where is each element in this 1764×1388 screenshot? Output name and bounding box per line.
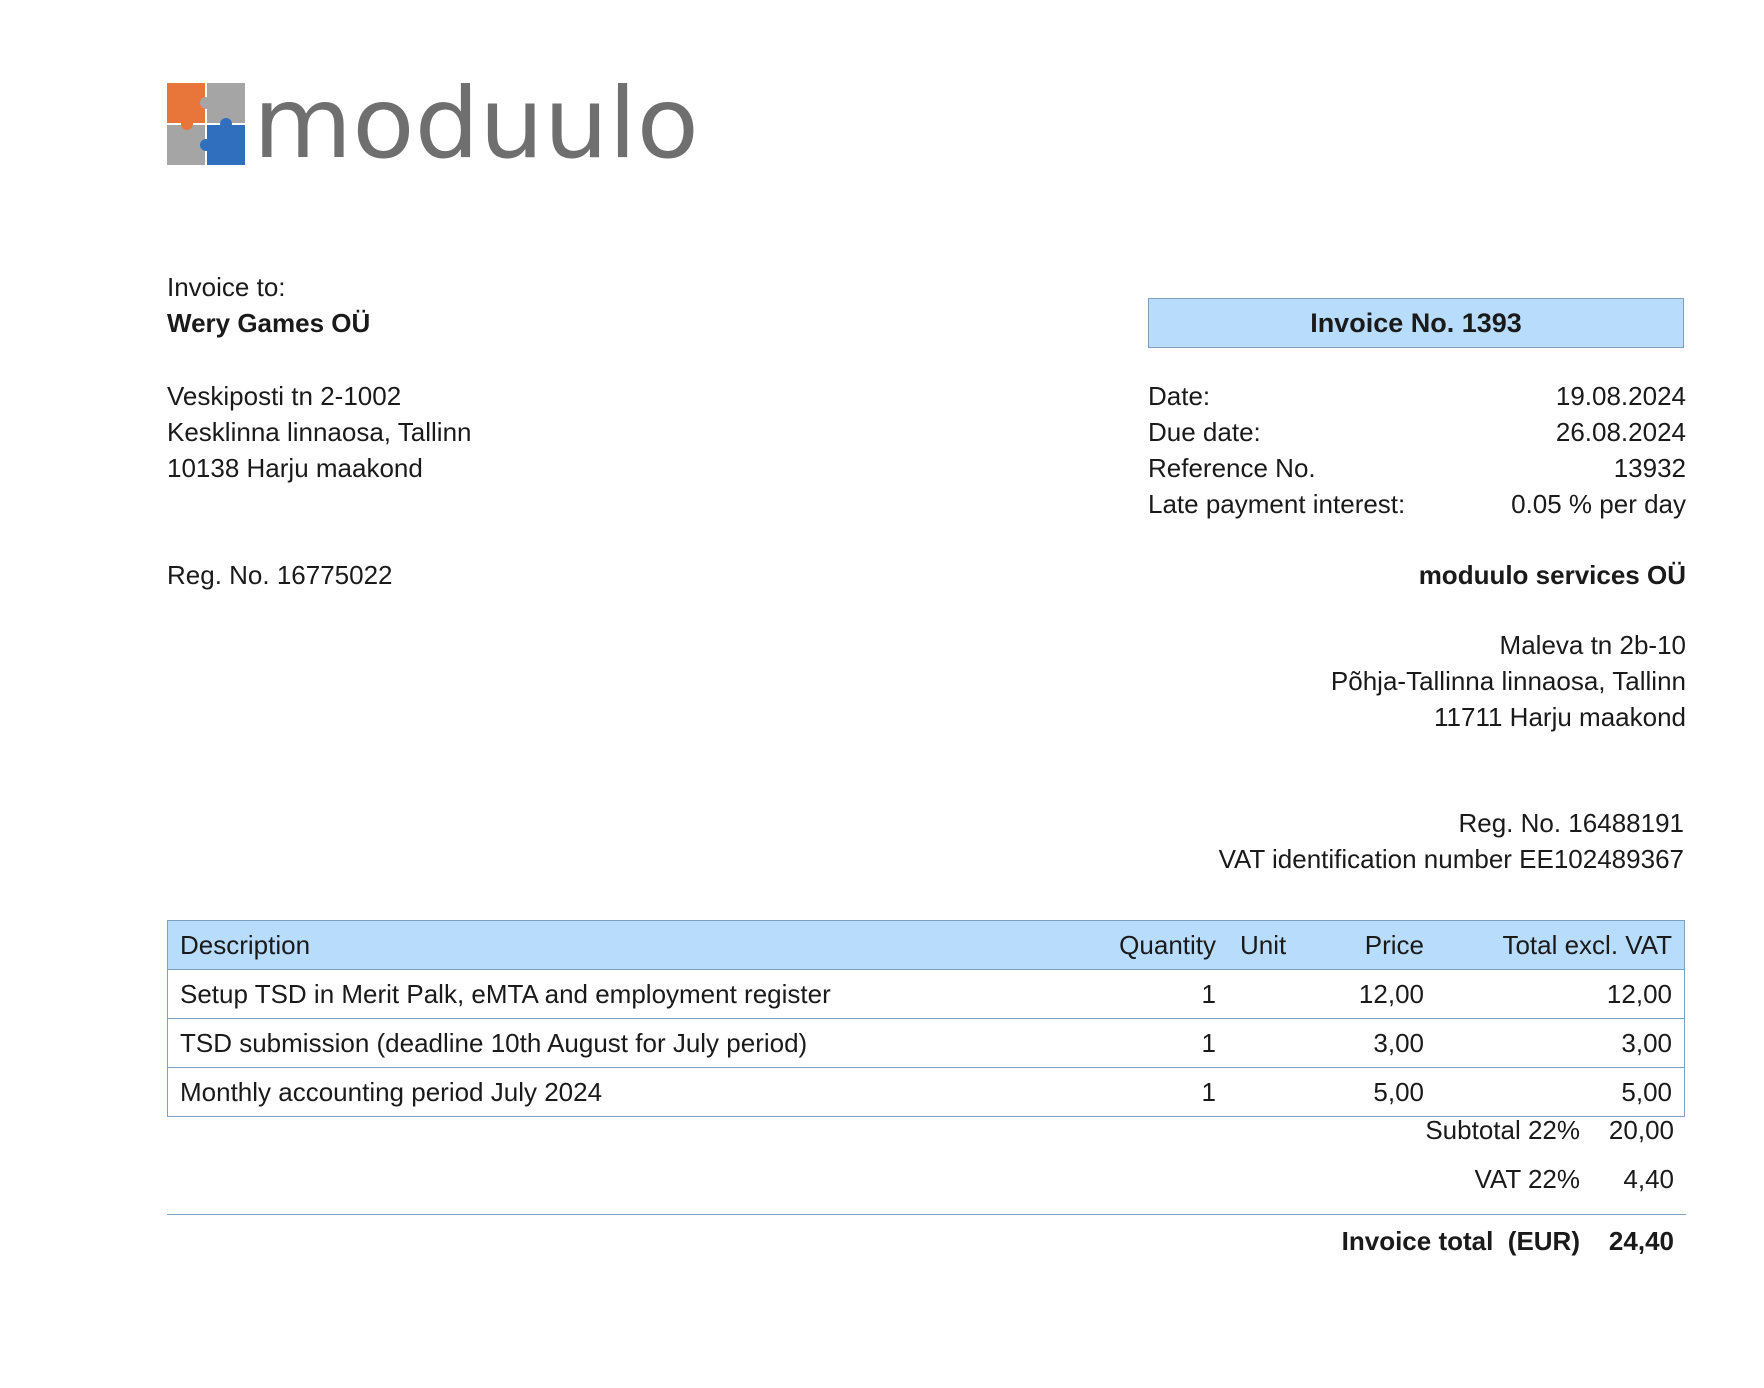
line-items-table: Description Quantity Unit Price Total ex…	[167, 920, 1685, 1117]
header-price: Price	[1312, 920, 1436, 970]
meta-label: Reference No.	[1148, 453, 1316, 483]
meta-label: Late payment interest:	[1148, 489, 1406, 519]
invoice-to-label: Invoice to:	[167, 272, 286, 302]
moduulo-logo-icon: moduulo	[167, 83, 699, 165]
cell-unit	[1228, 1067, 1312, 1117]
invoice-total-label: Invoice total (EUR)	[1341, 1226, 1580, 1256]
vat-row: VAT 22% 4,40	[1100, 1161, 1675, 1197]
cell-quantity: 1	[1054, 1018, 1228, 1068]
meta-label: Date:	[1148, 381, 1211, 411]
meta-due-date: Due date: 26.08.2024	[1148, 414, 1686, 450]
subtotal-label: Subtotal 22%	[1425, 1115, 1580, 1145]
header-quantity: Quantity	[1054, 920, 1228, 970]
cell-unit	[1228, 969, 1312, 1019]
invoice-number-header: Invoice No. 1393	[1148, 298, 1684, 348]
seller-vat-number: VAT identification number EE102489367	[1218, 844, 1684, 874]
table-row: Setup TSD in Merit Palk, eMTA and employ…	[167, 969, 1685, 1019]
cell-description: Setup TSD in Merit Palk, eMTA and employ…	[167, 969, 1054, 1019]
invoice-meta: Date: 19.08.2024 Due date: 26.08.2024 Re…	[1148, 378, 1686, 522]
buyer-name: Wery Games OÜ	[167, 308, 371, 338]
seller-address-line-2: Põhja-Tallinna linnaosa, Tallinn	[1330, 666, 1686, 696]
header-description: Description	[167, 920, 1054, 970]
buyer-address-line-1: Veskiposti tn 2-1002	[167, 381, 402, 411]
header-unit: Unit	[1228, 920, 1312, 970]
buyer-reg-number: Reg. No. 16775022	[167, 560, 393, 590]
cell-price: 3,00	[1312, 1018, 1436, 1068]
meta-label: Due date:	[1148, 417, 1261, 447]
header-total: Total excl. VAT	[1436, 920, 1685, 970]
logo-wordmark: moduulo	[253, 83, 699, 165]
invoice-total-row: Invoice total (EUR) 24,40	[1100, 1223, 1674, 1259]
table-header-row: Description Quantity Unit Price Total ex…	[167, 920, 1685, 970]
cell-price: 5,00	[1312, 1067, 1436, 1117]
meta-value: 19.08.2024	[1555, 381, 1686, 411]
cell-price: 12,00	[1312, 969, 1436, 1019]
meta-value: 26.08.2024	[1555, 417, 1686, 447]
seller-address-line-1: Maleva tn 2b-10	[1499, 630, 1686, 660]
seller-reg-number: Reg. No. 16488191	[1458, 808, 1684, 838]
meta-value: 0.05 % per day	[1511, 489, 1686, 519]
totals-divider	[167, 1214, 1686, 1215]
cell-unit	[1228, 1018, 1312, 1068]
cell-total: 3,00	[1436, 1018, 1685, 1068]
invoice-total-value: 24,40	[1608, 1226, 1674, 1256]
cell-quantity: 1	[1054, 1067, 1228, 1117]
seller-name: moduulo services OÜ	[1418, 560, 1686, 590]
buyer-address-line-3: 10138 Harju maakond	[167, 453, 423, 483]
meta-date: Date: 19.08.2024	[1148, 378, 1686, 414]
table-row: Monthly accounting period July 2024 1 5,…	[167, 1067, 1685, 1117]
vat-value: 4,40	[1623, 1164, 1674, 1194]
cell-quantity: 1	[1054, 969, 1228, 1019]
meta-reference: Reference No. 13932	[1148, 450, 1686, 486]
company-logo: moduulo	[167, 83, 707, 165]
cell-total: 12,00	[1436, 969, 1685, 1019]
vat-label: VAT 22%	[1474, 1164, 1581, 1194]
subtotal-value: 20,00	[1608, 1115, 1674, 1145]
seller-address-line-3: 11711 Harju maakond	[1434, 702, 1686, 732]
buyer-address-line-2: Kesklinna linnaosa, Tallinn	[167, 417, 472, 447]
subtotal-row: Subtotal 22% 20,00	[1100, 1112, 1674, 1148]
table-row: TSD submission (deadline 10th August for…	[167, 1018, 1685, 1068]
cell-description: Monthly accounting period July 2024	[167, 1067, 1054, 1117]
meta-late-interest: Late payment interest: 0.05 % per day	[1148, 486, 1686, 522]
meta-value: 13932	[1613, 453, 1686, 483]
cell-total: 5,00	[1436, 1067, 1685, 1117]
cell-description: TSD submission (deadline 10th August for…	[167, 1018, 1054, 1068]
